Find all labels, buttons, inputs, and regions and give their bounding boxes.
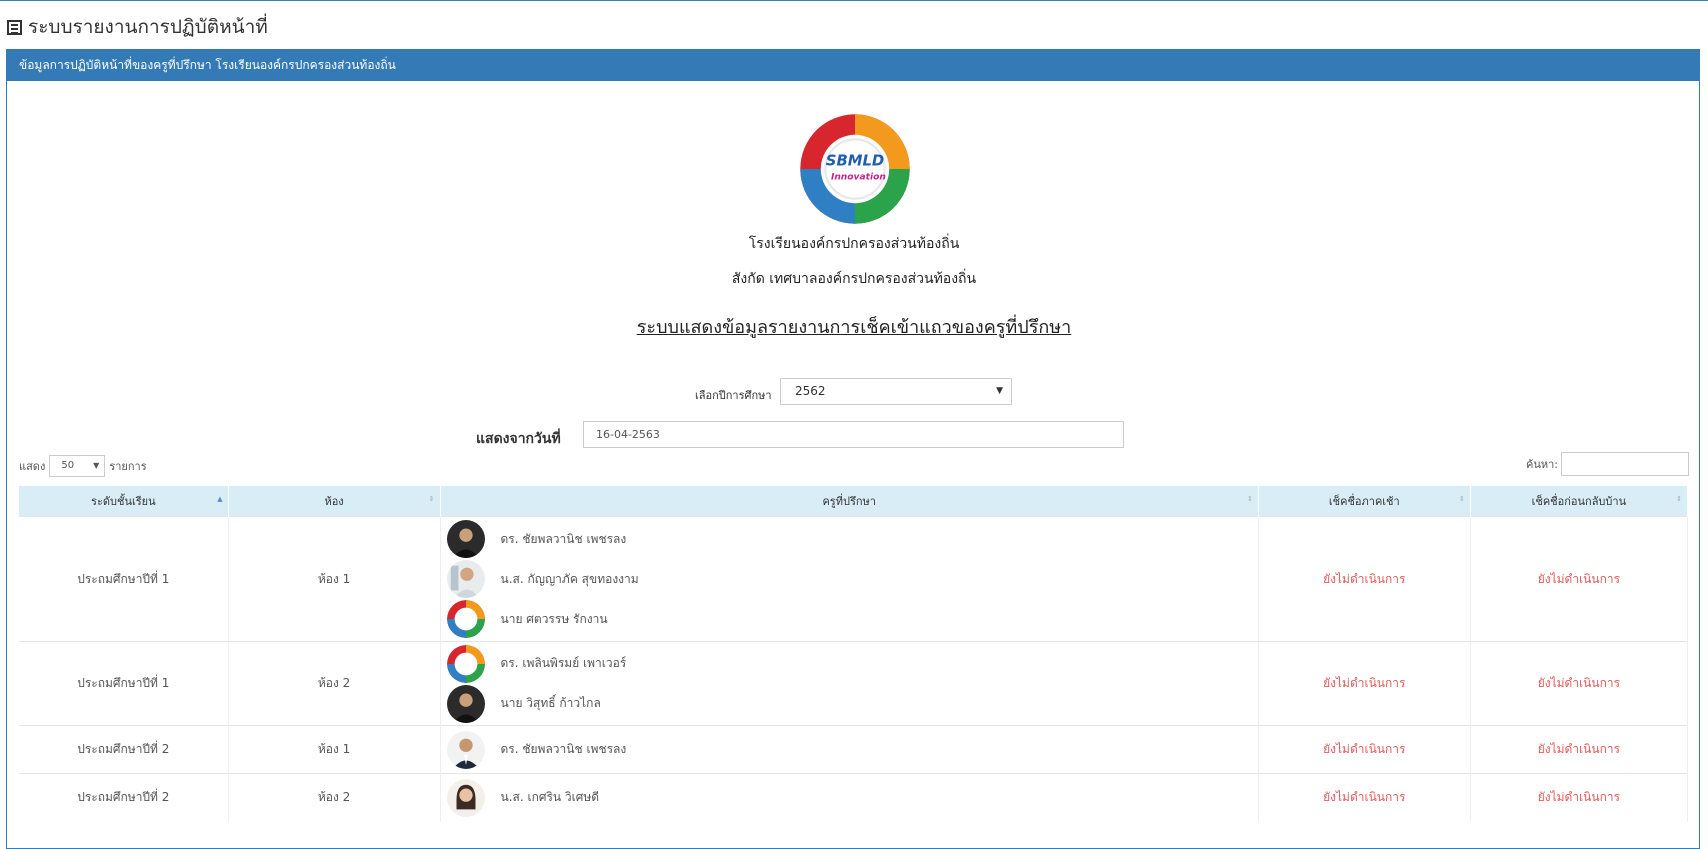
cell-evening: ยังไม่ดำเนินการ — [1470, 725, 1689, 774]
advisor-entry: นาย วิสุทธิ์ ก้าวไกล — [446, 684, 1257, 724]
page-title: ระบบรายงานการปฏิบัติหน้าที่ — [7, 12, 268, 42]
cell-morning: ยังไม่ดำเนินการ — [1258, 725, 1471, 774]
date-input[interactable]: 16-04-2563 — [583, 421, 1124, 448]
advisor-name: ดร. ชัยพลวานิช เพชรลง — [500, 742, 627, 756]
advisor-name: น.ส. กัญญาภัค สุขทองงาม — [500, 571, 639, 586]
morning-status: ยังไม่ดำเนินการ — [1323, 742, 1406, 756]
top-border — [0, 0, 1708, 1]
svg-text:SBMLD: SBMLD — [826, 153, 884, 170]
panel-heading: ข้อมูลการปฏิบัติหน้าที่ของครูที่ปรึกษา โ… — [7, 50, 1699, 81]
sort-icon: ⇕ — [1458, 495, 1465, 503]
table-header-row: ระดับชั้นเรียน ▲ ห้อง ⇕ ครูที่ปรึกษา ⇕ เช็ค… — [19, 486, 1689, 517]
cell-advisors: น.ส. เกศริน วิเศษดี — [440, 773, 1259, 822]
advisor-entry: ดร. เพลินพิรมย์ เพาเวอร์ — [446, 644, 1257, 684]
advisor-name: นาย ศตวรรษ รักงาน — [500, 611, 608, 626]
svg-text:Innovation: Innovation — [831, 172, 886, 182]
sort-icon: ⇕ — [1676, 495, 1682, 503]
morning-status: ยังไม่ดำเนินการ — [1323, 571, 1406, 586]
cell-level: ประถมศึกษาปีที่ 2 — [19, 773, 229, 822]
search-control: ค้นหา: — [1526, 452, 1689, 476]
checkin-table: ระดับชั้นเรียน ▲ ห้อง ⇕ ครูที่ปรึกษา ⇕ เช็ค… — [19, 486, 1689, 822]
sort-icon: ⇕ — [1247, 495, 1253, 503]
avatar — [446, 730, 485, 769]
avatar — [446, 560, 485, 598]
cell-level: ประถมศึกษาปีที่ 2 — [19, 725, 229, 774]
page-length-control: แสดง 50 ▼ รายการ — [19, 455, 147, 477]
year-select[interactable]: 2562 ▼ — [780, 378, 1012, 405]
page-length-select[interactable]: 50 ▼ — [49, 455, 106, 477]
cell-evening: ยังไม่ดำเนินการ — [1470, 516, 1689, 642]
cell-room: ห้อง 1 — [228, 725, 441, 774]
cell-morning: ยังไม่ดำเนินการ — [1258, 516, 1471, 642]
year-select-value: 2562 — [795, 384, 826, 398]
evening-status: ยังไม่ดำเนินการ — [1537, 571, 1621, 586]
cell-morning: ยังไม่ดำเนินการ — [1258, 773, 1471, 822]
advisor-entry: นาย ศตวรรษ รักงาน — [446, 599, 1257, 639]
column-header-advisor[interactable]: ครูที่ปรึกษา ⇕ — [440, 486, 1259, 517]
show-label: แสดง — [19, 460, 46, 473]
column-header-room[interactable]: ห้อง ⇕ — [228, 486, 441, 517]
cell-evening: ยังไม่ดำเนินการ — [1470, 773, 1689, 822]
advisor-entry: น.ส. เกศริน วิเศษดี — [446, 778, 1257, 818]
items-label: รายการ — [109, 460, 147, 473]
sort-icon: ⇕ — [428, 495, 435, 503]
evening-status: ยังไม่ดำเนินการ — [1537, 790, 1621, 804]
caret-down-icon: ▼ — [996, 386, 1003, 396]
advisor-name: น.ส. เกศริน วิเศษดี — [500, 790, 600, 805]
advisor-entry: น.ส. กัญญาภัค สุขทองงาม — [446, 559, 1257, 599]
morning-status: ยังไม่ดำเนินการ — [1323, 790, 1406, 804]
cell-room: ห้อง 2 — [228, 773, 441, 822]
advisor-entry: ดร. ชัยพลวานิช เพชรลง — [446, 519, 1257, 559]
report-title: ระบบแสดงข้อมูลรายงานการเช็คเข้าแถวของครู… — [636, 317, 1072, 338]
evening-status: ยังไม่ดำเนินการ — [1537, 742, 1621, 756]
search-input[interactable] — [1561, 452, 1689, 476]
table-row: ประถมศึกษาปีที่ 1 ห้อง 2 ดร. เพลินพิรมย์ เ… — [19, 641, 1689, 726]
sort-asc-icon: ▲ — [217, 495, 223, 503]
avatar — [446, 778, 485, 817]
table-row: ประถมศึกษาปีที่ 2 ห้อง 2 น.ส. เกศริน วิเศษ… — [19, 773, 1689, 822]
search-label: ค้นหา: — [1525, 458, 1558, 471]
avatar — [446, 684, 485, 723]
sbmld-logo: SBMLD Innovation — [798, 112, 912, 226]
cell-advisors: ดร. ชัยพลวานิช เพชรลงน.ส. กัญญาภัค สุขทอ… — [440, 516, 1259, 642]
advisor-entry: ดร. ชัยพลวานิช เพชรลง — [446, 730, 1257, 770]
list-icon — [7, 19, 22, 35]
avatar — [446, 644, 485, 683]
column-header-level[interactable]: ระดับชั้นเรียน ▲ — [19, 486, 229, 517]
page-title-text: ระบบรายงานการปฏิบัติหน้าที่ — [28, 16, 268, 38]
affiliation: สังกัด เทศบาลองค์กรปกครองส่วนท้องถิ่น — [731, 271, 977, 287]
table-row: ประถมศึกษาปีที่ 2 ห้อง 1 ดร. ชัยพลวานิช เพ… — [19, 725, 1689, 774]
cell-level: ประถมศึกษาปีที่ 1 — [19, 641, 229, 726]
cell-room: ห้อง 2 — [228, 641, 441, 726]
advisor-name: ดร. เพลินพิรมย์ เพาเวอร์ — [500, 656, 627, 670]
column-header-evening[interactable]: เช็คชื่อก่อนกลับบ้าน ⇕ — [1470, 486, 1689, 517]
avatar — [446, 600, 485, 638]
avatar — [446, 520, 485, 558]
cell-advisors: ดร. ชัยพลวานิช เพชรลง — [440, 725, 1259, 774]
column-header-morning[interactable]: เช็คชื่อภาคเช้า ⇕ — [1258, 486, 1471, 517]
school-name: โรงเรียนองค์กรปกครองส่วนท้องถิ่น — [748, 236, 960, 252]
cell-evening: ยังไม่ดำเนินการ — [1470, 641, 1689, 726]
cell-room: ห้อง 1 — [228, 516, 441, 642]
page-length-value: 50 — [61, 460, 75, 471]
cell-advisors: ดร. เพลินพิรมย์ เพาเวอร์นาย วิสุทธิ์ ก้า… — [440, 641, 1259, 726]
caret-down-icon: ▼ — [93, 461, 100, 470]
advisor-name: นาย วิสุทธิ์ ก้าวไกล — [500, 696, 601, 710]
table-row: ประถมศึกษาปีที่ 1 ห้อง 1 ดร. ชัยพลวานิช เพ… — [19, 516, 1689, 642]
year-label: เลือกปีการศึกษา — [695, 389, 772, 402]
evening-status: ยังไม่ดำเนินการ — [1537, 676, 1621, 690]
date-label: แสดงจากวันที่ — [476, 431, 561, 447]
morning-status: ยังไม่ดำเนินการ — [1323, 676, 1406, 690]
cell-morning: ยังไม่ดำเนินการ — [1258, 641, 1471, 726]
cell-level: ประถมศึกษาปีที่ 1 — [19, 516, 229, 642]
advisor-name: ดร. ชัยพลวานิช เพชรลง — [500, 531, 627, 546]
